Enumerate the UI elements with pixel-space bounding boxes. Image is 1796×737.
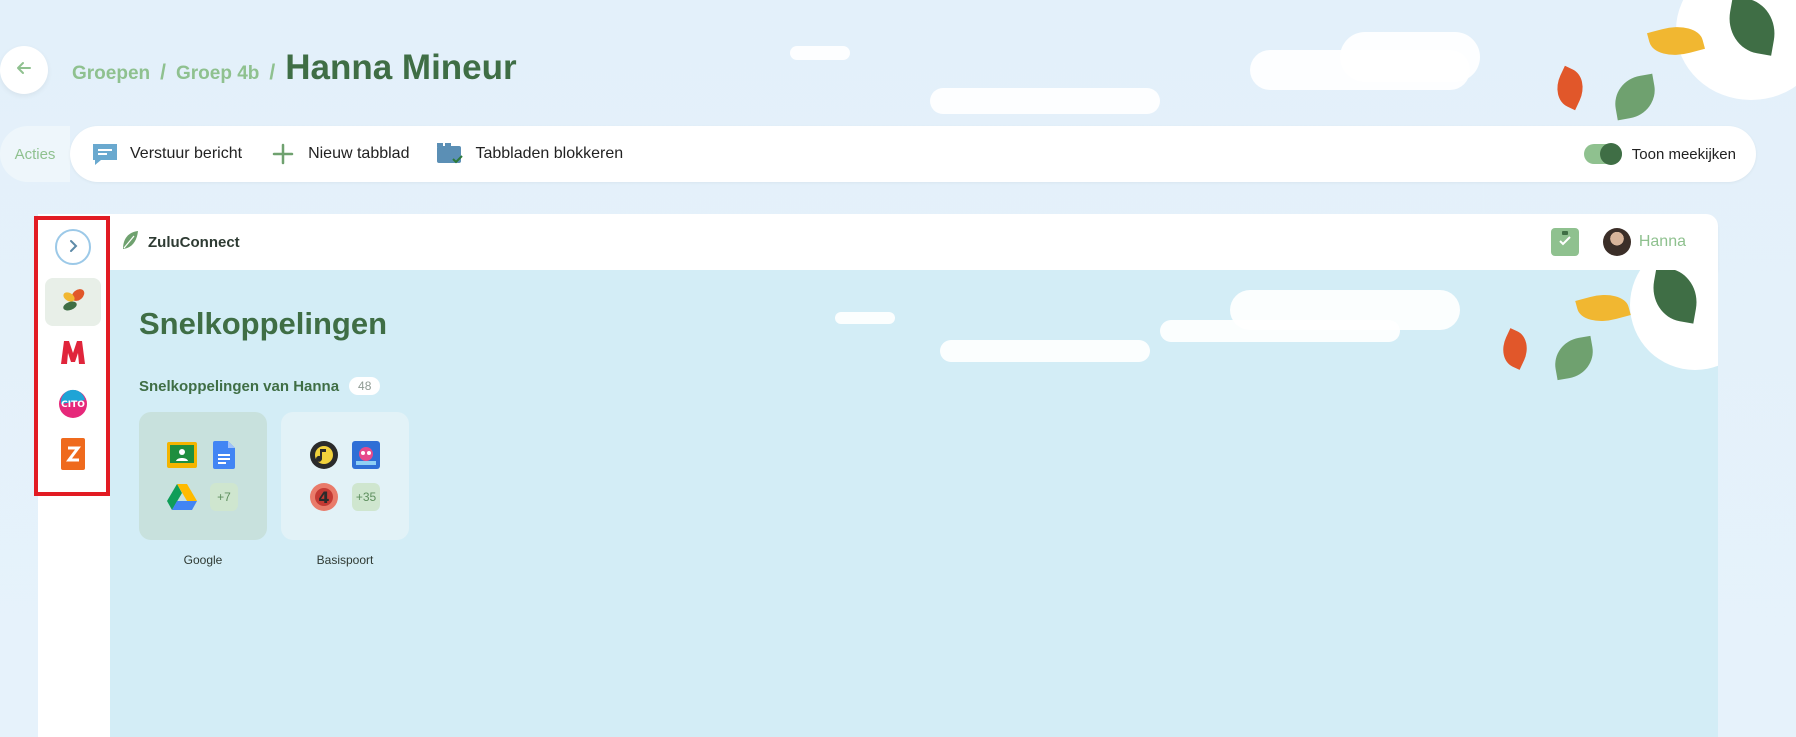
breadcrumb-separator: / bbox=[269, 61, 276, 84]
leaf-logo-icon bbox=[120, 229, 140, 255]
google-docs-icon bbox=[203, 434, 245, 476]
tabs-block-icon bbox=[435, 139, 465, 169]
sidebar-highlight-frame bbox=[34, 216, 110, 496]
user-menu[interactable]: Hanna bbox=[1602, 228, 1686, 256]
avatar bbox=[1602, 228, 1631, 256]
section-header: Snelkoppelingen van Hanna 48 bbox=[139, 377, 381, 395]
send-message-label: Verstuur bericht bbox=[130, 145, 243, 162]
shortcuts-panel: Snelkoppelingen Snelkoppelingen van Hann… bbox=[110, 270, 1718, 737]
more-shortcuts-badge: +7 bbox=[210, 483, 238, 511]
shortcut-folder-label: Basispoort bbox=[316, 553, 374, 567]
actions-label: Acties bbox=[0, 126, 70, 182]
user-name: Hanna bbox=[1638, 233, 1686, 250]
back-button[interactable] bbox=[0, 46, 48, 94]
toggle-switch[interactable] bbox=[1583, 143, 1622, 165]
plus-icon bbox=[268, 139, 298, 169]
breadcrumb-groepen[interactable]: Groepen bbox=[72, 63, 150, 85]
clipboard-button[interactable] bbox=[1550, 228, 1579, 256]
shortcut-folder-label: Google bbox=[183, 553, 223, 567]
number-app-icon: 4 bbox=[303, 476, 345, 518]
google-classroom-icon bbox=[161, 434, 203, 476]
block-tabs-label: Tabbladen blokkeren bbox=[475, 145, 624, 162]
shortcut-folder-basispoort[interactable]: 4 +35 bbox=[281, 412, 409, 540]
section-title: Snelkoppelingen van Hanna bbox=[139, 377, 340, 395]
more-shortcuts-badge: +35 bbox=[352, 483, 380, 511]
observe-toggle-label: Toon meekijken bbox=[1631, 145, 1736, 163]
new-tab-button[interactable]: Nieuw tabblad bbox=[268, 139, 409, 169]
observe-toggle[interactable]: Toon meekijken bbox=[1583, 143, 1736, 165]
page-title: Hanna Mineur bbox=[285, 48, 517, 87]
music-app-icon bbox=[303, 434, 345, 476]
actions-toolbar: Verstuur bericht Nieuw tabblad Tabbladen… bbox=[70, 126, 1756, 182]
send-message-button[interactable]: Verstuur bericht bbox=[90, 139, 242, 169]
shortcut-count-badge: 48 bbox=[349, 377, 381, 395]
breadcrumb-separator: / bbox=[160, 61, 166, 84]
shortcuts-title: Snelkoppelingen bbox=[139, 306, 388, 341]
svg-text:4: 4 bbox=[318, 488, 329, 507]
browser-header: ZuluConnect Hanna bbox=[110, 214, 1718, 270]
game-app-icon bbox=[345, 434, 387, 476]
block-tabs-button[interactable]: Tabbladen blokkeren bbox=[435, 139, 623, 169]
shortcut-folder-google[interactable]: +7 bbox=[139, 412, 267, 540]
brand-name: ZuluConnect bbox=[148, 233, 240, 251]
google-drive-icon bbox=[161, 476, 203, 518]
clipboard-check-icon bbox=[1556, 230, 1574, 254]
message-icon bbox=[90, 139, 120, 169]
arrow-left-icon bbox=[14, 58, 34, 83]
new-tab-label: Nieuw tabblad bbox=[308, 145, 410, 162]
breadcrumb-groep[interactable]: Groep 4b bbox=[176, 63, 259, 85]
brand: ZuluConnect bbox=[120, 229, 240, 255]
breadcrumb: Groepen / Groep 4b / Hanna Mineur bbox=[72, 48, 517, 88]
